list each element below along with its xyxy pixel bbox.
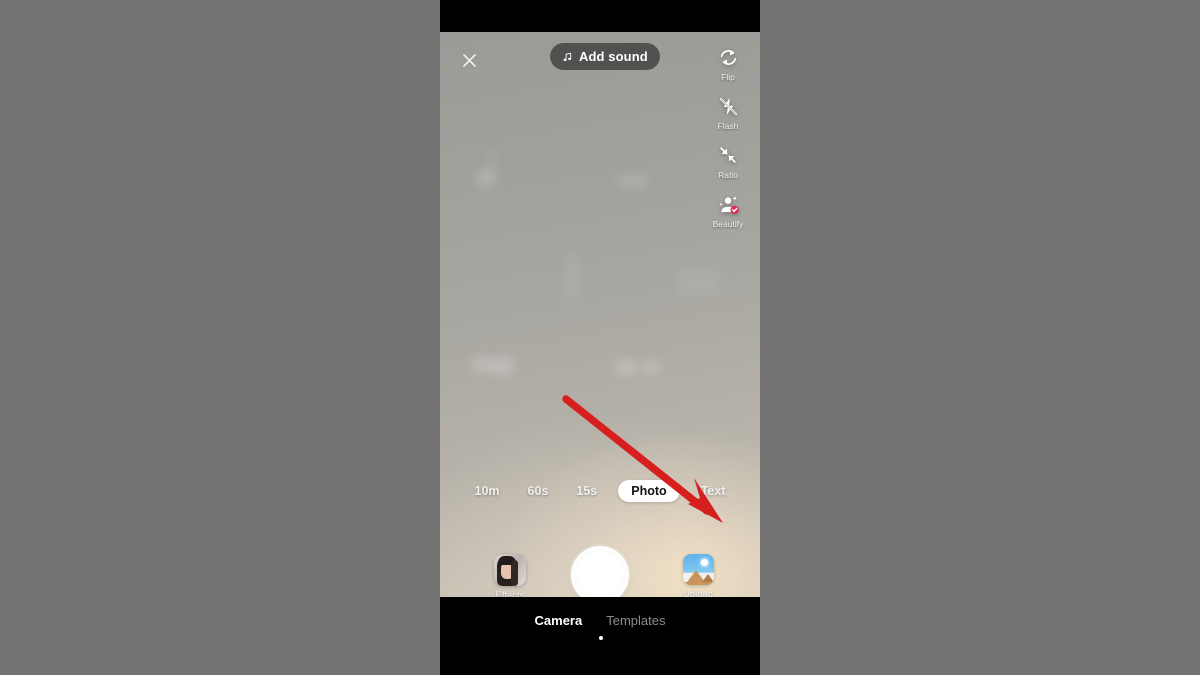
background-blur-blob <box>616 359 636 375</box>
background-blur-blob <box>640 360 660 374</box>
upload-button[interactable]: Upload <box>670 554 726 600</box>
mode-option-60s[interactable]: 60s <box>521 480 556 502</box>
effects-thumbnail-icon <box>494 554 526 586</box>
screenshot-canvas: Add sound Flip Flash Ratio Beautify 10m … <box>0 0 1200 675</box>
mode-option-15s[interactable]: 15s <box>569 480 604 502</box>
nav-tab-camera[interactable]: Camera <box>535 613 583 628</box>
background-blur-blob <box>566 254 578 298</box>
beautify-icon <box>715 191 741 217</box>
bottom-nav-tabs: Camera Templates <box>440 613 760 628</box>
background-blur-blob <box>472 357 494 373</box>
mode-option-text[interactable]: Text <box>694 480 733 502</box>
camera-tools-rail: Flip Flash Ratio Beautify <box>702 44 754 229</box>
mode-option-photo[interactable]: Photo <box>618 480 680 502</box>
close-button[interactable] <box>455 46 483 74</box>
rail-item-beautify[interactable]: Beautify <box>702 191 754 229</box>
flash-off-icon <box>715 93 741 119</box>
add-sound-label: Add sound <box>579 49 648 64</box>
rail-item-flip[interactable]: Flip <box>702 44 754 82</box>
image-upload-icon <box>682 554 714 585</box>
active-tab-indicator <box>599 636 603 640</box>
shutter-button[interactable] <box>571 546 629 604</box>
mode-selector: 10m 60s 15s Photo Text <box>440 480 760 502</box>
camera-viewfinder[interactable]: Add sound Flip Flash Ratio Beautify 10m … <box>440 32 760 604</box>
rail-label-flip: Flip <box>721 72 735 82</box>
background-blur-blob <box>618 174 648 188</box>
background-blur-blob <box>476 170 494 186</box>
add-sound-button[interactable]: Add sound <box>550 43 660 70</box>
background-blur-blob <box>492 357 514 375</box>
rail-item-ratio[interactable]: Ratio <box>702 142 754 180</box>
status-bar <box>440 0 760 32</box>
flip-camera-icon <box>715 44 741 70</box>
background-blur-blob <box>676 268 720 296</box>
music-note-icon <box>563 52 572 61</box>
rail-label-ratio: Ratio <box>718 170 738 180</box>
nav-tab-templates[interactable]: Templates <box>606 613 665 628</box>
close-icon <box>462 53 476 67</box>
phone-frame: Add sound Flip Flash Ratio Beautify 10m … <box>440 0 760 675</box>
mode-option-10m[interactable]: 10m <box>468 480 507 502</box>
bottom-navigation: Camera Templates <box>440 597 760 675</box>
rail-label-flash: Flash <box>717 121 739 131</box>
aspect-ratio-icon <box>715 142 741 168</box>
rail-item-flash[interactable]: Flash <box>702 93 754 131</box>
rail-label-beautify: Beautify <box>712 219 744 229</box>
shutter-button-icon <box>577 552 623 598</box>
background-blur-blob <box>486 147 496 189</box>
effects-button[interactable]: Effects <box>483 554 537 601</box>
